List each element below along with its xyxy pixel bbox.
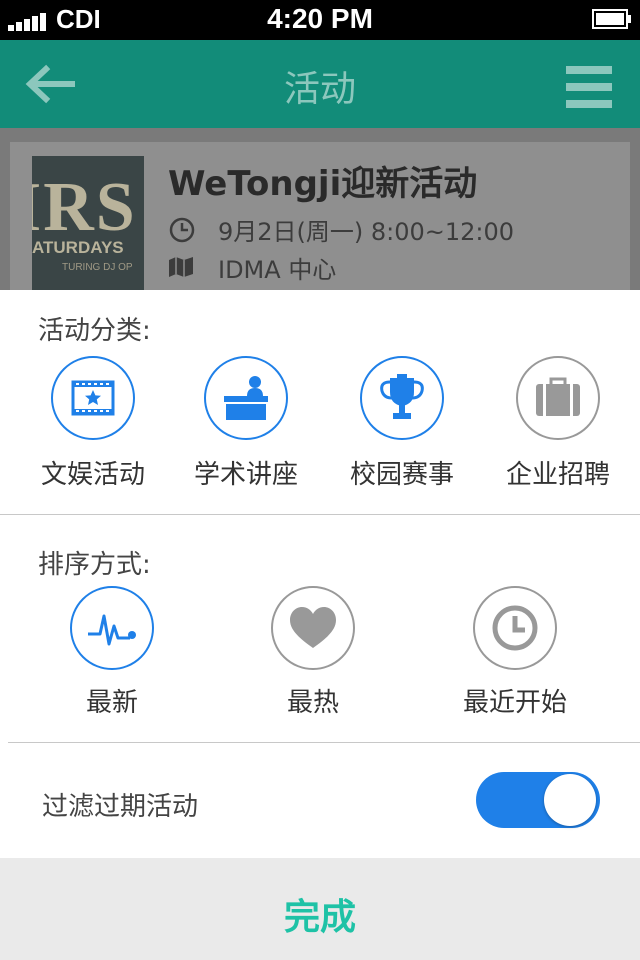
battery-icon xyxy=(592,9,631,29)
category-label-recruitment: 企业招聘 xyxy=(505,460,610,490)
event-thumbnail: IRS ATURDAYS TURING DJ OP xyxy=(32,156,144,290)
clock-icon xyxy=(492,605,538,651)
toggle-knob xyxy=(544,774,596,826)
done-button-label: 完成 xyxy=(283,897,356,938)
page-title: 活动 xyxy=(283,69,356,110)
clock-icon xyxy=(169,217,195,243)
thumbnail-text-small: ATURDAYS xyxy=(32,238,124,257)
done-button[interactable]: 完成 xyxy=(0,858,640,960)
status-time: 4:20 PM xyxy=(267,3,373,34)
filter-expired-toggle[interactable] xyxy=(476,772,600,828)
event-list-background: IRS ATURDAYS TURING DJ OP WeTongji迎新活动 9… xyxy=(0,128,640,290)
divider xyxy=(0,514,640,515)
filter-expired-label: 过滤过期活动 xyxy=(42,792,199,822)
filter-panel: 活动分类: 文娱活动 学术讲座 校园赛事 企业招聘 排序方式: 最新 最热 最近… xyxy=(0,290,640,858)
hamburger-menu-icon[interactable] xyxy=(566,66,612,108)
divider xyxy=(8,742,640,743)
event-title: WeTongji迎新活动 xyxy=(168,164,478,204)
pulse-icon xyxy=(88,614,136,646)
event-time: 9月2日(周一) 8:00~12:00 xyxy=(218,218,515,246)
status-bar: CDI 4:20 PM xyxy=(0,0,640,40)
sort-label-newest: 最新 xyxy=(85,688,138,718)
trophy-icon xyxy=(380,374,424,419)
sort-label-soonest: 最近开始 xyxy=(462,688,567,718)
thumbnail-text-big: IRS xyxy=(32,169,137,246)
event-card[interactable]: IRS ATURDAYS TURING DJ OP WeTongji迎新活动 9… xyxy=(10,142,630,290)
film-star-icon xyxy=(71,380,115,416)
map-icon xyxy=(169,257,193,277)
category-label-lecture: 学术讲座 xyxy=(193,460,298,490)
event-place: IDMA 中心 xyxy=(218,256,337,284)
nav-bar: 活动 xyxy=(0,40,640,128)
briefcase-icon xyxy=(536,377,580,416)
sort-section-label: 排序方式: xyxy=(38,550,151,580)
category-label-competition: 校园赛事 xyxy=(349,460,454,490)
category-section-label: 活动分类: xyxy=(38,316,151,346)
lecture-podium-icon xyxy=(224,376,268,420)
heart-icon xyxy=(290,607,336,648)
category-label-entertainment: 文娱活动 xyxy=(40,460,145,490)
sort-label-hottest: 最热 xyxy=(286,688,339,718)
thumbnail-text-tiny: TURING DJ OP xyxy=(62,262,133,273)
